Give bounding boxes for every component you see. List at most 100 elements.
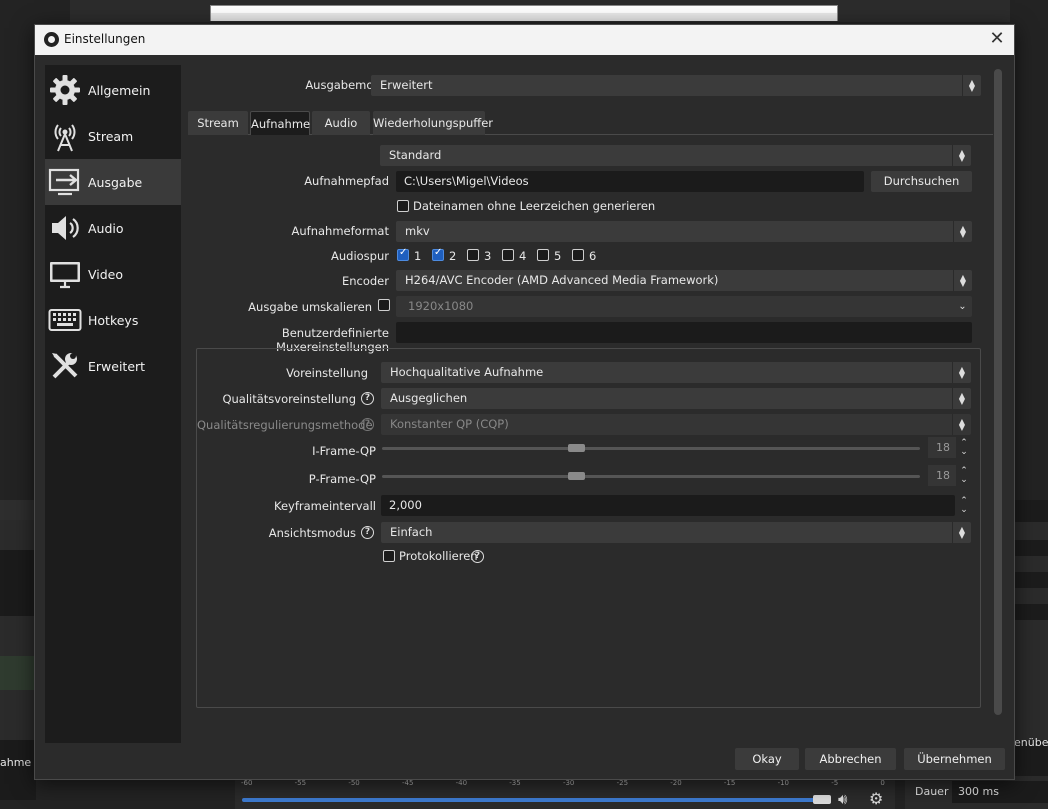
- duration-input[interactable]: 300 ms: [952, 781, 1048, 803]
- output-mode-select[interactable]: Erweitert ▲ ▼: [371, 75, 981, 96]
- speaker-icon: [48, 211, 82, 245]
- sidebar-item-label: Audio: [88, 220, 124, 236]
- recording-type-select[interactable]: Standard ▲ ▼: [380, 145, 971, 166]
- sidebar-item-label: Hotkeys: [88, 312, 139, 328]
- audio-track-6-label: 6: [589, 249, 597, 263]
- ok-button[interactable]: Okay: [735, 748, 799, 770]
- recording-format-label: Aufnahmeformat: [291, 224, 389, 238]
- scenes-panel-text: ahme: [0, 756, 32, 769]
- preset-label: Voreinstellung: [286, 366, 368, 380]
- no-spaces-label: Dateinamen ohne Leerzeichen generieren: [413, 199, 656, 213]
- audio-track-1-label: 1: [414, 249, 422, 263]
- i-frame-qp-label: I-Frame-QP: [312, 444, 376, 458]
- chevron-down-icon: ⌄: [958, 300, 967, 312]
- audio-track-5-checkbox[interactable]: [537, 249, 549, 261]
- audio-track-5-label: 5: [554, 249, 562, 263]
- close-icon[interactable]: ✕: [986, 28, 1008, 50]
- chevron-updown-icon: ▲ ▼: [952, 414, 971, 435]
- recording-path-label: Aufnahmepfad: [304, 174, 389, 188]
- volume-slider-handle[interactable]: [813, 795, 831, 804]
- audio-track-4-label: 4: [519, 249, 527, 263]
- audio-track-2-label: 2: [449, 249, 457, 263]
- tab-aufnahme[interactable]: Aufnahme: [250, 111, 310, 135]
- keyframe-interval-label: Keyframeintervall: [274, 499, 376, 513]
- speaker-icon[interactable]: 🔊︎: [838, 790, 847, 808]
- help-icon[interactable]: ?: [361, 418, 374, 431]
- nested-preview-window: [210, 5, 838, 21]
- tab-wiederholungspuffer[interactable]: Wiederholungspuffer: [373, 111, 493, 135]
- preset-select[interactable]: Hochqualitative Aufnahme ▲ ▼: [381, 362, 971, 383]
- sidebar-item-label: Ausgabe: [88, 174, 143, 190]
- chevron-updown-icon: ▲ ▼: [952, 145, 971, 166]
- tab-audio[interactable]: Audio: [312, 111, 370, 135]
- i-frame-qp-slider-handle[interactable]: [567, 444, 585, 452]
- audio-track-4-checkbox[interactable]: [502, 249, 514, 261]
- chevron-updown-icon: ▲ ▼: [952, 522, 971, 543]
- encoder-label: Encoder: [341, 274, 389, 288]
- quality-preset-select[interactable]: Ausgeglichen ▲ ▼: [381, 388, 971, 409]
- view-mode-select[interactable]: Einfach ▲ ▼: [381, 522, 971, 543]
- keyframe-interval-input[interactable]: 2,000: [381, 495, 955, 516]
- scenes-panel: ahme: [0, 500, 36, 800]
- sidebar-item-stream[interactable]: Stream: [45, 113, 181, 159]
- help-icon[interactable]: ?: [361, 392, 374, 405]
- sidebar-item-label: Stream: [88, 128, 134, 144]
- keyframe-interval-stepper[interactable]: ⌃ ⌄: [957, 495, 971, 517]
- no-spaces-checkbox[interactable]: [397, 200, 409, 212]
- rescale-resolution-select[interactable]: 1920x1080 ⌄: [396, 296, 972, 317]
- sidebar-item-audio[interactable]: Audio: [45, 205, 181, 251]
- chevron-updown-icon: ▲ ▼: [953, 270, 972, 291]
- p-frame-qp-label: P-Frame-QP: [308, 472, 376, 486]
- sidebar-item-erweitert[interactable]: Erweitert: [45, 343, 181, 389]
- sidebar-item-allgemein[interactable]: Allgemein: [45, 67, 181, 113]
- quality-preset-label: Qualitätsvoreinstellung: [222, 392, 356, 406]
- rescale-checkbox[interactable]: [378, 299, 390, 311]
- output-settings-panel: Ausgabemodus Erweitert ▲ ▼ Stream Aufnahm…: [188, 65, 993, 743]
- chevron-updown-icon: ▲ ▼: [952, 388, 971, 409]
- p-frame-qp-slider-handle[interactable]: [567, 472, 585, 480]
- encoder-select[interactable]: H264/AVC Encoder (AMD Advanced Media Fra…: [396, 270, 972, 291]
- transitions-panel-text: enübe: [1014, 736, 1048, 749]
- audio-track-3-checkbox[interactable]: [467, 249, 479, 261]
- settings-dialog: Einstellungen ✕ Allgemein Stream Ausgabe: [34, 24, 1015, 780]
- rescale-label: Ausgabe umskalieren: [248, 300, 372, 314]
- sidebar-item-ausgabe[interactable]: Ausgabe: [45, 159, 181, 205]
- audio-track-1-checkbox[interactable]: [397, 247, 409, 261]
- audio-track-label: Audiospur: [331, 249, 389, 263]
- transition-duration: Dauer 300 ms: [905, 776, 1048, 809]
- logging-label: Protokollieren: [399, 549, 478, 563]
- p-frame-qp-stepper[interactable]: ⌃ ⌄: [957, 465, 971, 487]
- p-frame-qp-value[interactable]: 18: [928, 465, 956, 486]
- rate-control-select[interactable]: Konstanter QP (CQP) ▲ ▼: [381, 414, 971, 435]
- recording-format-select[interactable]: mkv ▲ ▼: [396, 221, 972, 242]
- output-mode-label: Ausgabemodus: [305, 78, 394, 92]
- tab-stream[interactable]: Stream: [188, 111, 248, 135]
- audio-track-6-checkbox[interactable]: [572, 249, 584, 261]
- logging-checkbox[interactable]: [383, 550, 395, 562]
- obs-logo-icon: [44, 32, 59, 47]
- help-icon[interactable]: ?: [471, 550, 484, 563]
- apply-button[interactable]: Übernehmen: [904, 748, 1005, 770]
- volume-slider[interactable]: [242, 798, 830, 802]
- sidebar-item-label: Allgemein: [88, 82, 151, 98]
- cancel-button[interactable]: Abbrechen: [805, 748, 896, 770]
- muxer-settings-input[interactable]: [396, 322, 972, 343]
- audio-track-2-checkbox[interactable]: [432, 247, 444, 261]
- keyboard-icon: [48, 303, 82, 337]
- sidebar-item-label: Erweitert: [88, 358, 146, 374]
- browse-button[interactable]: Durchsuchen: [871, 171, 972, 192]
- i-frame-qp-stepper[interactable]: ⌃ ⌄: [957, 437, 971, 459]
- p-frame-qp-slider[interactable]: [382, 475, 920, 478]
- i-frame-qp-slider[interactable]: [382, 447, 920, 450]
- i-frame-qp-value[interactable]: 18: [928, 437, 956, 458]
- gear-icon[interactable]: ⚙: [869, 789, 883, 808]
- title-bar: Einstellungen ✕: [35, 25, 1014, 55]
- help-icon[interactable]: ?: [361, 526, 374, 539]
- view-mode-label: Ansichtsmodus: [268, 526, 356, 540]
- monitor-icon: [48, 257, 82, 291]
- recording-path-input[interactable]: C:\Users\Migel\Videos: [396, 171, 864, 192]
- sidebar-item-hotkeys[interactable]: Hotkeys: [45, 297, 181, 343]
- scrollbar-thumb[interactable]: [994, 69, 1002, 715]
- settings-scrollbar[interactable]: [993, 67, 1003, 741]
- sidebar-item-video[interactable]: Video: [45, 251, 181, 297]
